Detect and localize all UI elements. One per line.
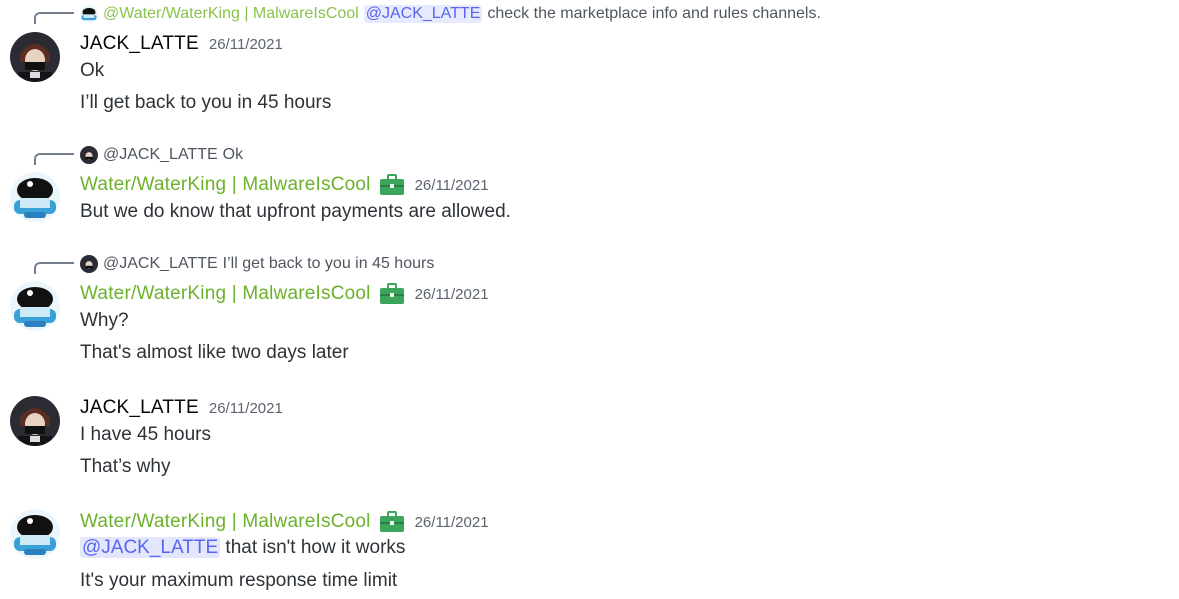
reply-preview[interactable]: @JACK_LATTE I’ll get back to you in 45 h… xyxy=(80,253,434,275)
message-line: That's almost like two days later xyxy=(80,342,349,363)
message-text: that isn't how it works xyxy=(225,537,406,558)
reply-spine xyxy=(34,262,74,274)
jack-avatar[interactable] xyxy=(10,396,60,446)
message-line: That’s why xyxy=(80,456,171,477)
user-mention[interactable]: @JACK_LATTE xyxy=(80,537,221,558)
message-header: JACK_LATTE 26/11/2021 xyxy=(80,395,283,421)
reply-author[interactable]: @JACK_LATTE xyxy=(103,255,218,273)
reply-text: check the marketplace info and rules cha… xyxy=(487,5,821,22)
message-header: Water/WaterKing | MalwareIsCool 26/11/20… xyxy=(80,172,489,198)
reply-text: I’ll get back to you in 45 hours xyxy=(222,255,435,272)
author-name[interactable]: Water/WaterKing | MalwareIsCool xyxy=(80,174,371,196)
reply-mention[interactable]: @JACK_LATTE xyxy=(363,5,483,23)
reply-text: Ok xyxy=(222,146,244,163)
message-line: I have 45 hours xyxy=(80,424,211,445)
message-line: I’ll get back to you in 45 hours xyxy=(80,92,332,113)
message-header: Water/WaterKing | MalwareIsCool 26/11/20… xyxy=(80,281,489,307)
reply-author[interactable]: @JACK_LATTE xyxy=(103,146,218,164)
message-line: Why? xyxy=(80,310,129,331)
author-name[interactable]: JACK_LATTE xyxy=(80,397,199,419)
jack-avatar-small xyxy=(80,255,98,273)
jack-avatar-small xyxy=(80,146,98,164)
message-line: But we do know that upfront payments are… xyxy=(80,201,511,222)
jack-avatar[interactable] xyxy=(10,32,60,82)
reply-spine xyxy=(34,12,74,24)
message-header: JACK_LATTE 26/11/2021 xyxy=(80,31,283,57)
water-avatar[interactable] xyxy=(10,172,60,222)
timestamp: 26/11/2021 xyxy=(208,35,283,53)
briefcase-icon xyxy=(379,511,405,533)
timestamp: 26/11/2021 xyxy=(208,399,283,417)
briefcase-icon xyxy=(379,174,405,196)
briefcase-icon xyxy=(379,283,405,305)
chat-log: @Water/WaterKing | MalwareIsCool @JACK_L… xyxy=(0,0,1179,599)
reply-author[interactable]: @Water/WaterKing | MalwareIsCool xyxy=(103,5,359,23)
timestamp: 26/11/2021 xyxy=(414,513,489,531)
message-header: Water/WaterKing | MalwareIsCool 26/11/20… xyxy=(80,509,489,535)
water-avatar[interactable] xyxy=(10,281,60,331)
timestamp: 26/11/2021 xyxy=(414,285,489,303)
author-name[interactable]: Water/WaterKing | MalwareIsCool xyxy=(80,511,371,533)
message-line: Ok xyxy=(80,60,105,81)
message-line: @JACK_LATTE that isn't how it works xyxy=(80,535,405,561)
reply-spine xyxy=(34,153,74,165)
water-avatar-small xyxy=(80,5,98,23)
timestamp: 26/11/2021 xyxy=(414,176,489,194)
author-name[interactable]: Water/WaterKing | MalwareIsCool xyxy=(80,283,371,305)
reply-preview[interactable]: @Water/WaterKing | MalwareIsCool @JACK_L… xyxy=(80,3,821,25)
water-avatar[interactable] xyxy=(10,509,60,559)
reply-preview[interactable]: @JACK_LATTE Ok xyxy=(80,144,243,166)
author-name[interactable]: JACK_LATTE xyxy=(80,33,199,55)
message-line: It's your maximum response time limit xyxy=(80,570,398,591)
